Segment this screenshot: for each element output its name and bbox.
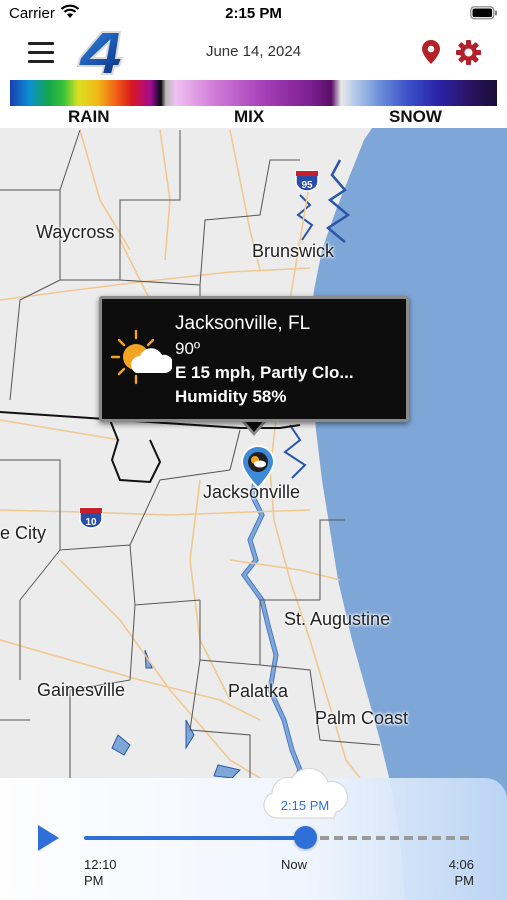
weather-popup[interactable]: Jacksonville, FL 90º E 15 mph, Partly Cl… [99, 296, 409, 422]
map-label-brunswick: Brunswick [252, 241, 335, 261]
timeline-start-period: PM [84, 873, 104, 888]
legend-snow-label: SNOW [389, 107, 442, 126]
map-label-st-augustine: St. Augustine [284, 609, 391, 629]
timeline-start-time: 12:10 [84, 857, 117, 872]
partly-cloudy-icon [110, 329, 174, 392]
status-bar: Carrier 2:15 PM [0, 0, 507, 28]
popup-temperature: 90º [175, 339, 201, 358]
app-header: June 14, 2024 [0, 28, 507, 78]
map-label-gainesville: Gainesville [37, 680, 126, 700]
map-label-waycross: Waycross [36, 222, 115, 242]
timeline-start-label: 12:10 PM [84, 857, 117, 889]
battery-icon [470, 6, 498, 25]
location-pin-icon[interactable] [420, 39, 442, 70]
i10-shield-text: 10 [85, 517, 97, 528]
timeline-now-label: Now [281, 857, 308, 872]
timeline-progress-track[interactable] [84, 836, 306, 840]
timeline-future-track[interactable] [306, 836, 470, 840]
play-button[interactable] [36, 824, 60, 857]
popup-city: Jacksonville, FL [175, 313, 311, 334]
i10-shield: 10 [79, 507, 103, 529]
timeline-end-period: PM [454, 873, 475, 888]
i95-shield-text: 95 [301, 180, 313, 191]
current-time-label: 2:15 PM [280, 798, 330, 813]
legend-color-bar [10, 80, 497, 106]
popup-humidity: Humidity 58% [175, 387, 287, 406]
status-time: 2:15 PM [225, 5, 282, 22]
legend-rain-label: RAIN [68, 107, 110, 126]
map-label-palatka: Palatka [228, 681, 289, 701]
timeline-scrubber-handle[interactable] [294, 826, 317, 849]
map-label-jacksonville: Jacksonville [203, 482, 301, 502]
time-bubble-cloud [262, 762, 349, 827]
gear-icon[interactable] [455, 39, 482, 71]
precipitation-legend: RAIN MIX SNOW [0, 78, 507, 128]
map-label-lake-city: e City [0, 523, 47, 543]
timeline-end-label: 4:06 PM [442, 857, 474, 889]
legend-mix-label: MIX [234, 107, 265, 126]
timeline-end-time: 4:06 [448, 857, 474, 872]
map-label-palm-coast: Palm Coast [315, 708, 409, 728]
i95-shield: 95 [295, 170, 319, 192]
popup-wind-conditions: E 15 mph, Partly Clo... [175, 363, 354, 382]
